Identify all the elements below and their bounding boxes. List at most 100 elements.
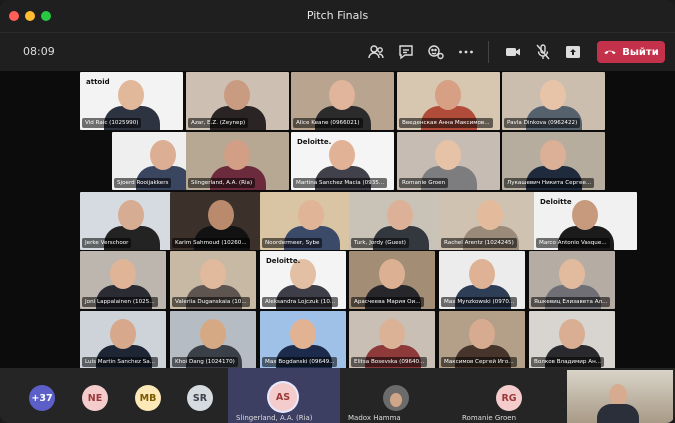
participant-name-label: Alice Keane (0966021) (293, 118, 363, 128)
participant-name: Slingerland, A.A. (Ria) (236, 414, 313, 422)
participant-name-label: Luis Martin Sanchez Sa... (82, 357, 159, 367)
participant-video-tile[interactable]: Khoi Dang (1024170) (170, 311, 256, 369)
more-participants-button[interactable]: +37 (29, 385, 55, 411)
participant-head (379, 319, 405, 349)
participant-name-label: Turk, Jordy (Guest) (351, 238, 409, 248)
participant-video-grid: attoid Vid Raic (1025990) Azar, E.Z. (Zeyn… (80, 71, 637, 369)
participant-photo-avatar[interactable] (383, 385, 409, 411)
participant-video-tile[interactable]: Azar, E.Z. (Zeynep) (186, 72, 289, 130)
participant-head (469, 319, 495, 349)
participant-video-tile[interactable]: Alice Keane (0966021) (291, 72, 394, 130)
participant-video-tile[interactable]: Яшкевиц Елизавета Ал... (529, 251, 615, 309)
participant-name-label: Martina Sanchez Macia (0935... (293, 178, 388, 188)
participant-head (110, 259, 136, 289)
participant-head (200, 319, 226, 349)
participant-avatar-sr[interactable]: SR (187, 385, 213, 411)
participant-name-label: Vid Raic (1025990) (82, 118, 142, 128)
participant-name-label: Rachel Arentz (1024245) (441, 238, 517, 248)
participant-avatar-ne[interactable]: NE (82, 385, 108, 411)
participant-video-tile[interactable]: Turk, Jordy (Guest) (349, 192, 452, 250)
participant-name-label: Лукашевич Никита Сергее... (504, 178, 595, 188)
participant-video-tile[interactable]: Введенская Анна Максимов... (397, 72, 500, 130)
participant-head (200, 259, 226, 289)
company-logo: Deloitte. (297, 138, 332, 146)
participant-name-label: Sjoerd Rooijakkers (114, 178, 172, 188)
participant-video-tile[interactable]: Joni Lappalainen (1025... (80, 251, 166, 309)
participant-head (290, 319, 316, 349)
self-view-head (609, 384, 627, 406)
participant-video-tile[interactable]: Slingerland, A.A. (Ria) (186, 132, 289, 190)
participant-name-label: Khoi Dang (1024170) (172, 357, 238, 367)
participant-video-tile[interactable]: Jerke Verschoor (80, 192, 183, 250)
participant-head (540, 140, 566, 170)
participant-head (540, 80, 566, 110)
company-logo: Deloitte. (266, 257, 301, 265)
participant-video-tile[interactable]: attoid Vid Raic (1025990) (80, 72, 183, 130)
participant-head (208, 200, 234, 230)
participant-name-label: Slingerland, A.A. (Ria) (188, 178, 256, 188)
bottom-participant-strip: +37 NE MB SR AS Slingerland, A.A. (Ria) … (0, 368, 675, 423)
participant-video-tile[interactable]: Арасчеева Мария Ои... (349, 251, 435, 309)
participant-video-tile[interactable]: Elitsa Bosevska (09640... (349, 311, 435, 369)
participant-video-tile[interactable]: Romanie Groen (397, 132, 500, 190)
participant-name-label: Введенская Анна Максимов... (399, 118, 493, 128)
participant-avatar-mb[interactable]: MB (135, 385, 161, 411)
participant-head (435, 140, 461, 170)
participant-video-tile[interactable]: Karim Sahmoud (10260... (170, 192, 273, 250)
participant-name-label: Valeriia Duganskaia (10... (172, 297, 250, 307)
chat-icon[interactable] (396, 42, 416, 62)
participant-name-label: Joni Lappalainen (1025... (82, 297, 158, 307)
leave-button[interactable]: Выйти (597, 41, 665, 63)
toolbar-divider (488, 41, 489, 63)
participant-video-tile[interactable]: Rachel Arentz (1024245) (439, 192, 542, 250)
participant-video-tile[interactable]: Noordermeer, Sybe (260, 192, 363, 250)
participant-avatar-rg[interactable]: RG (496, 385, 522, 411)
participant-name-label: Яшкевиц Елизавета Ал... (531, 297, 611, 307)
participant-name-label: Max Mynzkowski (0970... (441, 297, 518, 307)
more-options-icon[interactable] (456, 42, 476, 62)
selected-participant-tile[interactable]: AS Slingerland, A.A. (Ria) (228, 368, 340, 423)
participant-video-tile[interactable]: Лукашевич Никита Сергее... (502, 132, 605, 190)
participant-video-tile[interactable]: Волков Владимир Ан... (529, 311, 615, 369)
participant-head (224, 140, 250, 170)
company-logo: Deloitte (540, 198, 572, 206)
reactions-icon[interactable] (426, 42, 446, 62)
participant-name-label: Pavla Dinkova (0962422) (504, 118, 581, 128)
participant-name-label: Волков Владимир Ан... (531, 357, 605, 367)
participant-head (559, 319, 585, 349)
participant-video-tile[interactable]: Максимов Сергей Иго... (439, 311, 525, 369)
participant-head (118, 200, 144, 230)
participant-name-label: Marco Antonio Vasque... (536, 238, 610, 248)
self-view-thumbnail[interactable] (567, 370, 673, 423)
participant-name-label: Jerke Verschoor (82, 238, 132, 248)
participant-name: Romanie Groen (462, 414, 517, 422)
participant-head (469, 259, 495, 289)
participants-icon[interactable] (366, 42, 386, 62)
participant-head (329, 140, 355, 170)
mic-muted-icon[interactable] (533, 42, 553, 62)
participant-video-tile[interactable]: Deloitte Marco Antonio Vasque... (534, 192, 637, 250)
participant-video-tile[interactable]: Luis Martin Sanchez Sa... (80, 311, 166, 369)
self-view-body (597, 404, 639, 423)
participant-name-label: Noordermeer, Sybe (262, 238, 323, 248)
participant-name-label: Aleksandra Lojczuk (10... (262, 297, 339, 307)
participant-video-tile[interactable]: Max Mynzkowski (0970... (439, 251, 525, 309)
participant-video-tile[interactable]: Deloitte. Martina Sanchez Macia (0935... (291, 132, 394, 190)
company-logo: attoid (86, 78, 110, 86)
participant-name: Madox Hamma (348, 414, 401, 422)
meeting-timer: 08:09 (23, 45, 55, 58)
participant-head (477, 200, 503, 230)
participant-name-label: Romanie Groen (399, 178, 449, 188)
share-screen-icon[interactable] (563, 42, 583, 62)
camera-icon[interactable] (503, 42, 523, 62)
participant-head (224, 80, 250, 110)
participant-head (435, 80, 461, 110)
participant-video-tile[interactable]: Max Bogdanski (09649... (260, 311, 346, 369)
participant-name-label: Максимов Сергей Иго... (441, 357, 517, 367)
participant-name-label: Karim Sahmoud (10260... (172, 238, 250, 248)
participant-video-tile[interactable]: Pavla Dinkova (0962422) (502, 72, 605, 130)
participant-head (110, 319, 136, 349)
teams-meeting-window: Pitch Finals 08:09 Выйти attoid Vid Raic… (0, 0, 675, 423)
participant-video-tile[interactable]: Deloitte. Aleksandra Lojczuk (10... (260, 251, 346, 309)
participant-video-tile[interactable]: Valeriia Duganskaia (10... (170, 251, 256, 309)
